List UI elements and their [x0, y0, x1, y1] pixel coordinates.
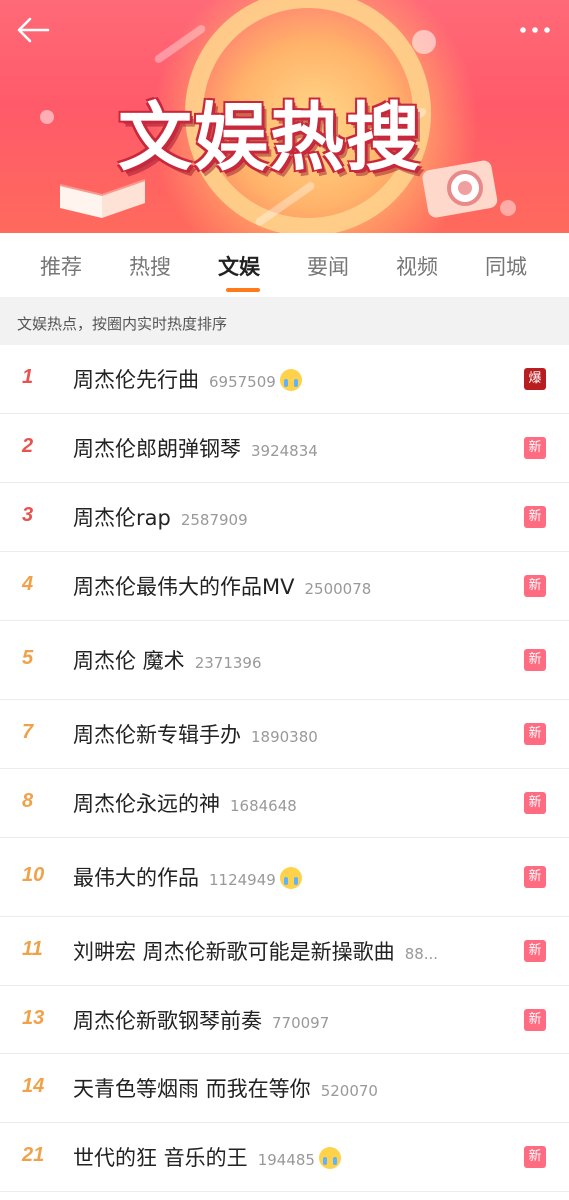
new-badge: 新 [524, 940, 546, 962]
arrow-left-icon [17, 17, 50, 43]
list-item[interactable]: 4 周杰伦最伟大的作品MV 2500078 新 [0, 552, 569, 621]
new-badge: 新 [524, 866, 546, 888]
item-title: 周杰伦最伟大的作品MV [73, 575, 295, 599]
crying-face-icon [279, 369, 302, 391]
more-dots-icon [520, 27, 550, 33]
item-title: 周杰伦先行曲 [73, 368, 199, 392]
heat-count: 2371396 [194, 654, 262, 672]
new-badge: 新 [524, 723, 546, 745]
heat-count: 3924834 [251, 442, 318, 460]
list-item[interactable]: 5 周杰伦 魔术 2371396 新 [0, 621, 569, 700]
item-title-line: 世代的狂 音乐的王 194485 [73, 1142, 341, 1172]
new-badge: 新 [524, 437, 546, 459]
more-button[interactable] [515, 14, 555, 46]
banner-bubble [412, 30, 436, 54]
active-tab-indicator [226, 288, 260, 292]
item-title: 世代的狂 音乐的王 [73, 1146, 248, 1170]
list-item[interactable]: 14 天青色等烟雨 而我在等你 520070 [0, 1054, 569, 1123]
heat-count: 1124949 [209, 871, 276, 889]
subheading-text: 文娱热点，按圈内实时热度排序 [17, 315, 228, 333]
item-title-line: 周杰伦 魔术 2371396 [73, 645, 262, 675]
item-title-line: 周杰伦先行曲 6957509 [73, 364, 302, 394]
rank-number: 8 [22, 790, 34, 812]
heat-count: 1890380 [251, 728, 318, 746]
rank-number: 13 [22, 1007, 45, 1029]
new-badge: 新 [524, 575, 546, 597]
header-banner: 文娱热搜 [0, 0, 569, 233]
heat-count: 88... [404, 945, 439, 963]
camera-illustration [422, 160, 498, 218]
rank-number: 4 [22, 573, 34, 595]
item-title: 周杰伦 魔术 [73, 649, 185, 673]
item-title: 周杰伦永远的神 [73, 792, 220, 816]
rank-number: 3 [22, 504, 34, 526]
item-title-line: 周杰伦永远的神 1684648 [73, 788, 297, 818]
heat-count: 2500078 [304, 580, 372, 598]
rank-number: 5 [22, 647, 34, 669]
rank-number: 2 [22, 435, 34, 457]
item-title: 周杰伦郎朗弹钢琴 [73, 437, 241, 461]
rank-number: 10 [22, 864, 45, 886]
list-item[interactable]: 11 刘畊宏 周杰伦新歌可能是新操歌曲 88... 新 [0, 917, 569, 986]
item-title: 周杰伦rap [73, 506, 171, 530]
item-title-line: 天青色等烟雨 而我在等你 520070 [73, 1073, 378, 1103]
item-title: 周杰伦新专辑手办 [73, 723, 241, 747]
tab-news[interactable]: 要闻 [307, 251, 349, 281]
new-badge: 新 [524, 792, 546, 814]
hot-badge: 爆 [524, 368, 546, 390]
item-title-line: 最伟大的作品 1124949 [73, 862, 302, 892]
item-title-line: 周杰伦新专辑手办 1890380 [73, 719, 318, 749]
item-title-line: 周杰伦郎朗弹钢琴 3924834 [73, 433, 318, 463]
crying-face-icon [318, 1147, 341, 1169]
item-title: 周杰伦新歌钢琴前奏 [73, 1009, 262, 1033]
tab-video[interactable]: 视频 [396, 251, 438, 281]
back-button[interactable] [14, 14, 54, 46]
item-title-line: 刘畊宏 周杰伦新歌可能是新操歌曲 88... [73, 936, 438, 966]
heat-count: 770097 [272, 1014, 330, 1032]
new-badge: 新 [524, 649, 546, 671]
item-title: 最伟大的作品 [73, 866, 199, 890]
page-title: 文娱热搜 [118, 95, 422, 181]
category-tabs: 推荐 热搜 文娱 要闻 视频 同城 [0, 233, 569, 297]
item-title: 天青色等烟雨 而我在等你 [73, 1077, 311, 1101]
tab-recommend[interactable]: 推荐 [40, 251, 82, 281]
list-item[interactable]: 2 周杰伦郎朗弹钢琴 3924834 新 [0, 414, 569, 483]
item-title-line: 周杰伦新歌钢琴前奏 770097 [73, 1005, 329, 1035]
tab-local[interactable]: 同城 [485, 251, 527, 281]
heat-count: 194485 [257, 1151, 315, 1169]
list-item[interactable]: 21 世代的狂 音乐的王 194485 新 [0, 1123, 569, 1192]
list-item[interactable]: 7 周杰伦新专辑手办 1890380 新 [0, 700, 569, 769]
rank-number: 14 [22, 1075, 45, 1097]
crying-face-icon [279, 867, 302, 889]
new-badge: 新 [524, 506, 546, 528]
rank-number: 1 [22, 366, 34, 388]
list-item[interactable]: 8 周杰伦永远的神 1684648 新 [0, 769, 569, 838]
new-badge: 新 [524, 1146, 546, 1168]
new-badge: 新 [524, 1009, 546, 1031]
list-item[interactable]: 10 最伟大的作品 1124949 新 [0, 838, 569, 917]
item-title: 刘畊宏 周杰伦新歌可能是新操歌曲 [73, 940, 395, 964]
list-item[interactable]: 3 周杰伦rap 2587909 新 [0, 483, 569, 552]
item-title-line: 周杰伦最伟大的作品MV 2500078 [73, 571, 371, 601]
list-item[interactable]: 1 周杰伦先行曲 6957509 爆 [0, 345, 569, 414]
heat-count: 2587909 [180, 511, 248, 529]
heat-count: 520070 [320, 1082, 378, 1100]
rank-number: 21 [22, 1144, 45, 1166]
tab-entertainment[interactable]: 文娱 [218, 251, 260, 281]
tab-hot-search[interactable]: 热搜 [129, 251, 171, 281]
heat-count: 6957509 [209, 373, 276, 391]
heat-count: 1684648 [230, 797, 297, 815]
rank-number: 7 [22, 721, 34, 743]
list-subheading: 文娱热点，按圈内实时热度排序 [0, 297, 569, 345]
banner-bubble [40, 110, 54, 124]
rank-number: 11 [22, 938, 43, 960]
list-item[interactable]: 13 周杰伦新歌钢琴前奏 770097 新 [0, 986, 569, 1054]
item-title-line: 周杰伦rap 2587909 [73, 502, 248, 532]
